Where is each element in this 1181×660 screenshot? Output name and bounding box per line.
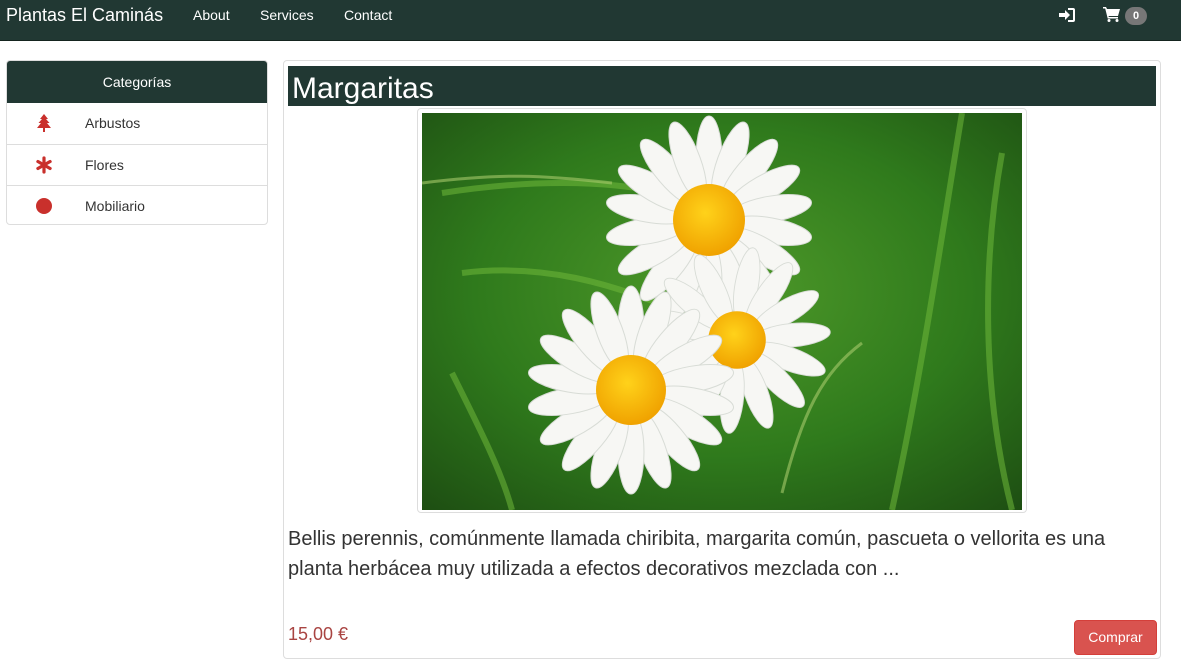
nav-link-about[interactable]: About bbox=[193, 7, 230, 23]
nav-link-contact[interactable]: Contact bbox=[344, 7, 392, 23]
buy-button[interactable]: Comprar bbox=[1074, 620, 1157, 655]
product-title-bar: Margaritas bbox=[288, 66, 1156, 106]
category-label: Arbustos bbox=[85, 115, 141, 131]
top-navbar: Plantas El Caminás About Services Contac… bbox=[0, 0, 1181, 41]
sign-in-icon[interactable] bbox=[1058, 7, 1076, 23]
daisy-flowers-image bbox=[422, 113, 1022, 510]
tree-icon bbox=[35, 114, 53, 132]
category-label: Mobiliario bbox=[85, 198, 145, 214]
product-description: Bellis perennis, comúnmente llamada chir… bbox=[288, 528, 1106, 580]
brand-link[interactable]: Plantas El Caminás bbox=[6, 5, 163, 26]
categories-heading: Categorías bbox=[7, 61, 267, 103]
cart-button[interactable]: 0 bbox=[1103, 6, 1147, 26]
product-image-frame bbox=[417, 108, 1027, 513]
category-item-flores[interactable]: Flores bbox=[7, 144, 267, 185]
product-title: Margaritas bbox=[292, 72, 434, 105]
product-panel: Margaritas Bellis perennis, comúnmente l… bbox=[283, 60, 1161, 659]
shopping-cart-icon bbox=[1103, 6, 1121, 27]
nav-link-services[interactable]: Services bbox=[260, 7, 314, 23]
product-price: 15,00 € bbox=[288, 624, 349, 644]
category-item-mobiliario[interactable]: Mobiliario bbox=[7, 185, 267, 224]
category-item-arbustos[interactable]: Arbustos bbox=[7, 103, 267, 144]
circle-icon bbox=[35, 197, 53, 215]
category-label: Flores bbox=[85, 157, 124, 173]
asterisk-icon bbox=[35, 156, 53, 174]
cart-count-badge: 0 bbox=[1125, 7, 1147, 25]
categories-panel: Categorías Arbustos Flores Mobiliario bbox=[6, 60, 268, 225]
